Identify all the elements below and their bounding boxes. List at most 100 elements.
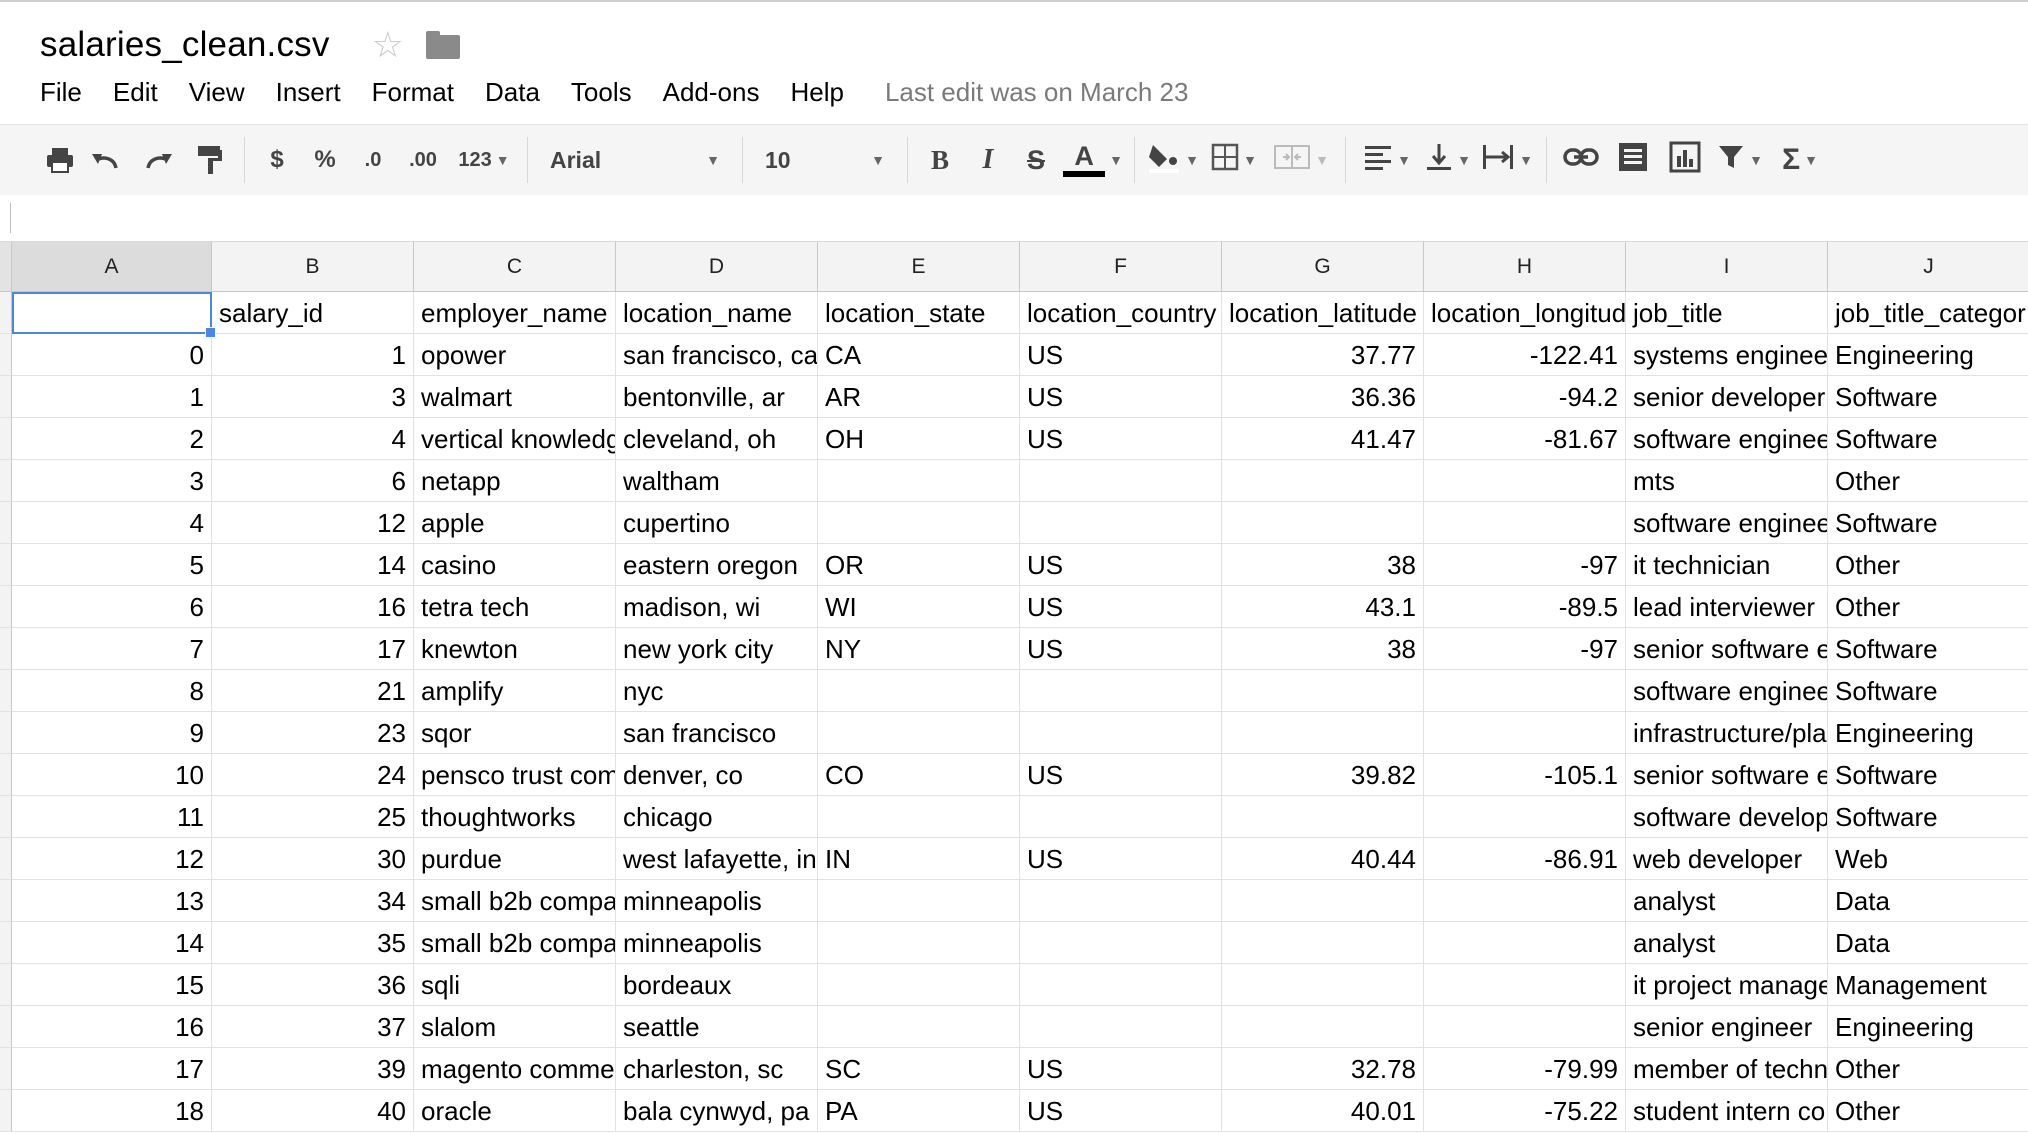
table-cell[interactable] [1020,922,1222,964]
table-cell[interactable]: 23 [212,712,414,754]
column-header-a[interactable]: A [12,242,212,292]
font-size-select[interactable]: 10 ▼ [751,138,899,182]
column-title-cell[interactable]: job_title_categor [1828,292,2028,334]
column-header-d[interactable]: D [616,242,818,292]
table-cell[interactable]: -97 [1424,544,1626,586]
table-cell[interactable]: 21 [212,670,414,712]
table-cell[interactable]: 1 [12,376,212,418]
table-cell[interactable]: pensco trust com [414,754,616,796]
insert-link-button[interactable] [1555,138,1607,182]
borders-button[interactable]: ▼ [1203,138,1265,182]
table-cell[interactable]: small b2b compa [414,922,616,964]
table-cell[interactable]: Engineering [1828,712,2028,754]
table-cell[interactable]: 34 [212,880,414,922]
table-cell[interactable]: member of techn [1626,1048,1828,1090]
redo-icon[interactable] [132,138,184,182]
row-gutter[interactable] [0,754,12,796]
table-cell[interactable] [1222,796,1424,838]
table-cell[interactable]: 12 [12,838,212,880]
table-cell[interactable]: Software [1828,628,2028,670]
column-title-cell[interactable]: location_state [818,292,1020,334]
table-cell[interactable]: 37.77 [1222,334,1424,376]
column-header-e[interactable]: E [818,242,1020,292]
table-cell[interactable]: thoughtworks [414,796,616,838]
table-cell[interactable] [1020,796,1222,838]
table-cell[interactable] [1020,880,1222,922]
functions-button[interactable]: Σ ▼ [1769,138,1831,182]
table-cell[interactable]: OH [818,418,1020,460]
column-title-cell[interactable]: job_title [1626,292,1828,334]
table-cell[interactable]: -122.41 [1424,334,1626,376]
decrease-decimal-button[interactable]: .0 [349,138,397,182]
table-cell[interactable]: 25 [212,796,414,838]
table-cell[interactable]: -97 [1424,628,1626,670]
document-title[interactable]: salaries_clean.csv [40,25,330,65]
table-cell[interactable]: Other [1828,586,2028,628]
table-cell[interactable]: 16 [212,586,414,628]
menu-insert[interactable]: Insert [276,77,341,108]
table-cell[interactable]: senior software e [1626,628,1828,670]
row-gutter[interactable] [0,418,12,460]
table-cell[interactable]: tetra tech [414,586,616,628]
row-gutter[interactable] [0,838,12,880]
table-cell[interactable]: Software [1828,796,2028,838]
table-cell[interactable]: US [1020,418,1222,460]
table-cell[interactable]: US [1020,1090,1222,1132]
row-gutter[interactable] [0,964,12,1006]
row-gutter[interactable] [0,586,12,628]
table-cell[interactable]: netapp [414,460,616,502]
last-edit-link[interactable]: Last edit was on March 23 [885,77,1189,108]
table-cell[interactable]: 13 [12,880,212,922]
fill-color-button[interactable]: ▼ [1143,138,1203,182]
table-cell[interactable]: 3 [12,460,212,502]
table-cell[interactable]: -75.22 [1424,1090,1626,1132]
table-cell[interactable]: 14 [12,922,212,964]
table-cell[interactable]: software develop [1626,796,1828,838]
table-cell[interactable] [1020,1006,1222,1048]
table-cell[interactable]: knewton [414,628,616,670]
table-cell[interactable]: Software [1828,376,2028,418]
table-cell[interactable]: Software [1828,754,2028,796]
table-cell[interactable]: Data [1828,922,2028,964]
table-cell[interactable]: eastern oregon [616,544,818,586]
italic-button[interactable]: I [964,138,1012,182]
table-cell[interactable]: -105.1 [1424,754,1626,796]
table-cell[interactable]: Other [1828,544,2028,586]
table-cell[interactable]: senior developer [1626,376,1828,418]
column-header-g[interactable]: G [1222,242,1424,292]
table-cell[interactable]: oracle [414,1090,616,1132]
table-cell[interactable]: 2 [12,418,212,460]
table-cell[interactable]: 8 [12,670,212,712]
row-gutter[interactable] [0,1006,12,1048]
table-cell[interactable]: 38 [1222,628,1424,670]
formula-bar[interactable] [0,195,2028,242]
table-cell[interactable]: 3 [212,376,414,418]
table-cell[interactable]: senior engineer [1626,1006,1828,1048]
table-cell[interactable]: slalom [414,1006,616,1048]
text-color-button[interactable]: A ▼ [1060,138,1126,182]
table-cell[interactable]: denver, co [616,754,818,796]
table-cell[interactable]: small b2b compa [414,880,616,922]
table-cell[interactable]: US [1020,1048,1222,1090]
table-cell[interactable]: senior software e [1626,754,1828,796]
table-cell[interactable]: 24 [212,754,414,796]
column-header-j[interactable]: J [1828,242,2028,292]
row-gutter[interactable] [0,376,12,418]
table-cell[interactable]: systems enginee [1626,334,1828,376]
paint-format-icon[interactable] [184,138,236,182]
row-gutter[interactable] [0,544,12,586]
table-cell[interactable]: 37 [212,1006,414,1048]
table-cell[interactable] [1222,502,1424,544]
table-cell[interactable]: Data [1828,880,2028,922]
table-cell[interactable] [1020,670,1222,712]
table-cell[interactable]: 12 [212,502,414,544]
table-cell[interactable]: 40.44 [1222,838,1424,880]
row-gutter[interactable] [0,880,12,922]
table-cell[interactable]: west lafayette, in [616,838,818,880]
horizontal-align-button[interactable]: ▼ [1354,138,1420,182]
table-cell[interactable] [1222,670,1424,712]
row-gutter[interactable] [0,334,12,376]
insert-comment-button[interactable] [1607,138,1659,182]
vertical-align-button[interactable]: ▼ [1420,138,1476,182]
table-cell[interactable]: 17 [12,1048,212,1090]
